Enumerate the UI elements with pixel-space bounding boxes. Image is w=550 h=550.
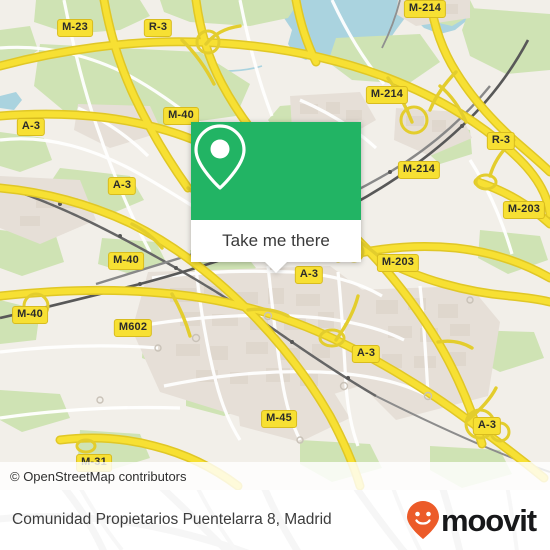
road-shield-m602: M602: [113, 319, 153, 337]
road-shield-m45: M-45: [261, 410, 297, 428]
road-shield-m40-2: M-40: [108, 252, 144, 270]
moovit-wordmark: moovit: [440, 502, 537, 538]
footer-content: Comunidad Propietarios Puentelarra 8, Ma…: [0, 490, 550, 550]
attribution-text[interactable]: © OpenStreetMap contributors: [10, 469, 187, 484]
map-screenshot: M-23 R-3 M-214 M-214 A-3 M-40 R-3 A-3 M-…: [0, 0, 550, 550]
map-attribution-bar: © OpenStreetMap contributors: [0, 462, 550, 490]
road-shield-m214-3: M-214: [397, 161, 441, 179]
moovit-smiley-pin-icon: [406, 501, 439, 539]
road-shield-a3-3: A-3: [294, 266, 324, 284]
location-callout-card[interactable]: Take me there: [191, 122, 361, 273]
moovit-brand[interactable]: moovit: [406, 500, 537, 540]
road-shield-m23: M-23: [57, 19, 93, 37]
location-pin-icon: [194, 124, 246, 190]
map-canvas[interactable]: M-23 R-3 M-214 M-214 A-3 M-40 R-3 A-3 M-…: [0, 0, 550, 490]
road-shield-r3: R-3: [143, 19, 173, 37]
take-me-there-label: Take me there: [222, 231, 330, 250]
road-shield-m203-2: M-203: [376, 254, 420, 272]
callout-header: [191, 122, 361, 220]
road-shield-a3-4: A-3: [351, 345, 381, 363]
road-shield-m214-2: M-214: [365, 86, 409, 104]
road-shield-m214: M-214: [403, 0, 447, 18]
take-me-there-button[interactable]: Take me there: [191, 220, 361, 262]
road-shield-r3-2: R-3: [486, 132, 516, 150]
road-shield-m40-3: M-40: [12, 306, 48, 324]
road-shield-a3-2: A-3: [107, 177, 137, 195]
road-shield-a3: A-3: [16, 118, 46, 136]
callout-pointer: [265, 262, 287, 273]
footer-bar: Comunidad Propietarios Puentelarra 8, Ma…: [0, 490, 550, 550]
road-shield-m203: M-203: [502, 201, 546, 219]
road-shield-a3-5: A-3: [472, 417, 502, 435]
place-title: Comunidad Propietarios Puentelarra 8, Ma…: [12, 511, 332, 528]
